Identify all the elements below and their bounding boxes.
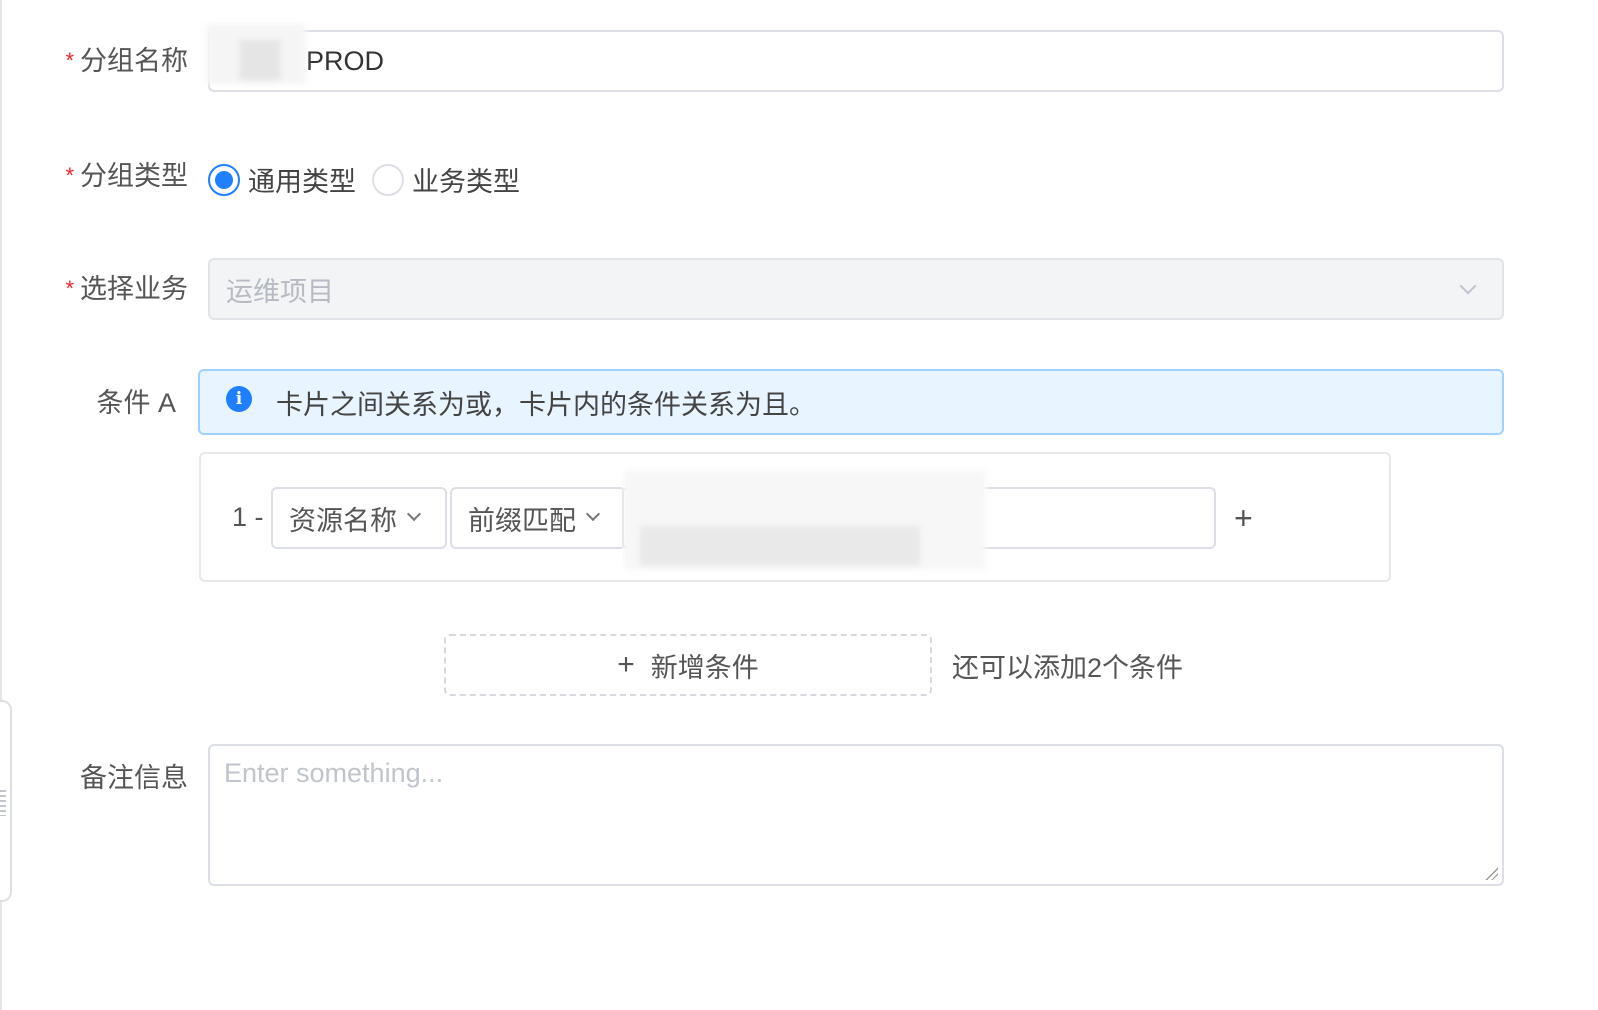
required-mark: * xyxy=(65,163,74,188)
chevron-down-icon xyxy=(406,506,422,522)
plus-icon: + xyxy=(617,648,635,681)
group-name-label: * 分组名称 xyxy=(65,46,188,76)
business-select[interactable]: 运维项目 xyxy=(208,258,1504,320)
remark-placeholder: Enter something... xyxy=(224,758,444,788)
radio-checked-icon xyxy=(208,163,240,196)
redacted-block xyxy=(240,40,280,80)
condition-field-select[interactable]: 资源名称 xyxy=(271,487,447,549)
business-select-placeholder: 运维项目 xyxy=(226,276,334,307)
remark-textarea[interactable]: Enter something... xyxy=(208,744,1504,886)
required-mark: * xyxy=(65,276,74,301)
side-panel-handle[interactable] xyxy=(0,700,12,902)
group-name-input[interactable]: PROD xyxy=(208,30,1504,92)
group-type-label: * 分组类型 xyxy=(65,161,188,191)
info-alert-text: 卡片之间关系为或，卡片内的条件关系为且。 xyxy=(276,389,816,420)
radio-general-type[interactable]: 通用类型 xyxy=(208,160,356,199)
add-condition-button[interactable]: + 新增条件 xyxy=(444,634,932,696)
radio-business-type[interactable]: 业务类型 xyxy=(372,160,520,199)
condition-label: 条件 A xyxy=(96,388,176,418)
condition-row-index: 1 - xyxy=(232,502,264,532)
chevron-down-icon xyxy=(1459,277,1477,295)
chevron-down-icon xyxy=(585,506,601,522)
radio-unchecked-icon xyxy=(372,163,404,196)
add-row-plus-icon[interactable]: + xyxy=(1234,500,1253,537)
grip-icon xyxy=(0,790,6,816)
group-name-value: PROD xyxy=(306,45,385,76)
resize-handle-icon[interactable] xyxy=(1484,866,1498,880)
remark-label: 备注信息 xyxy=(80,763,188,793)
redacted-block xyxy=(640,526,920,566)
info-icon: i xyxy=(226,386,252,412)
required-mark: * xyxy=(65,48,74,73)
business-label: * 选择业务 xyxy=(65,274,188,304)
condition-operator-select[interactable]: 前缀匹配 xyxy=(450,487,626,549)
remaining-conditions-hint: 还可以添加2个条件 xyxy=(952,653,1184,683)
info-alert: i 卡片之间关系为或，卡片内的条件关系为且。 xyxy=(198,369,1504,435)
